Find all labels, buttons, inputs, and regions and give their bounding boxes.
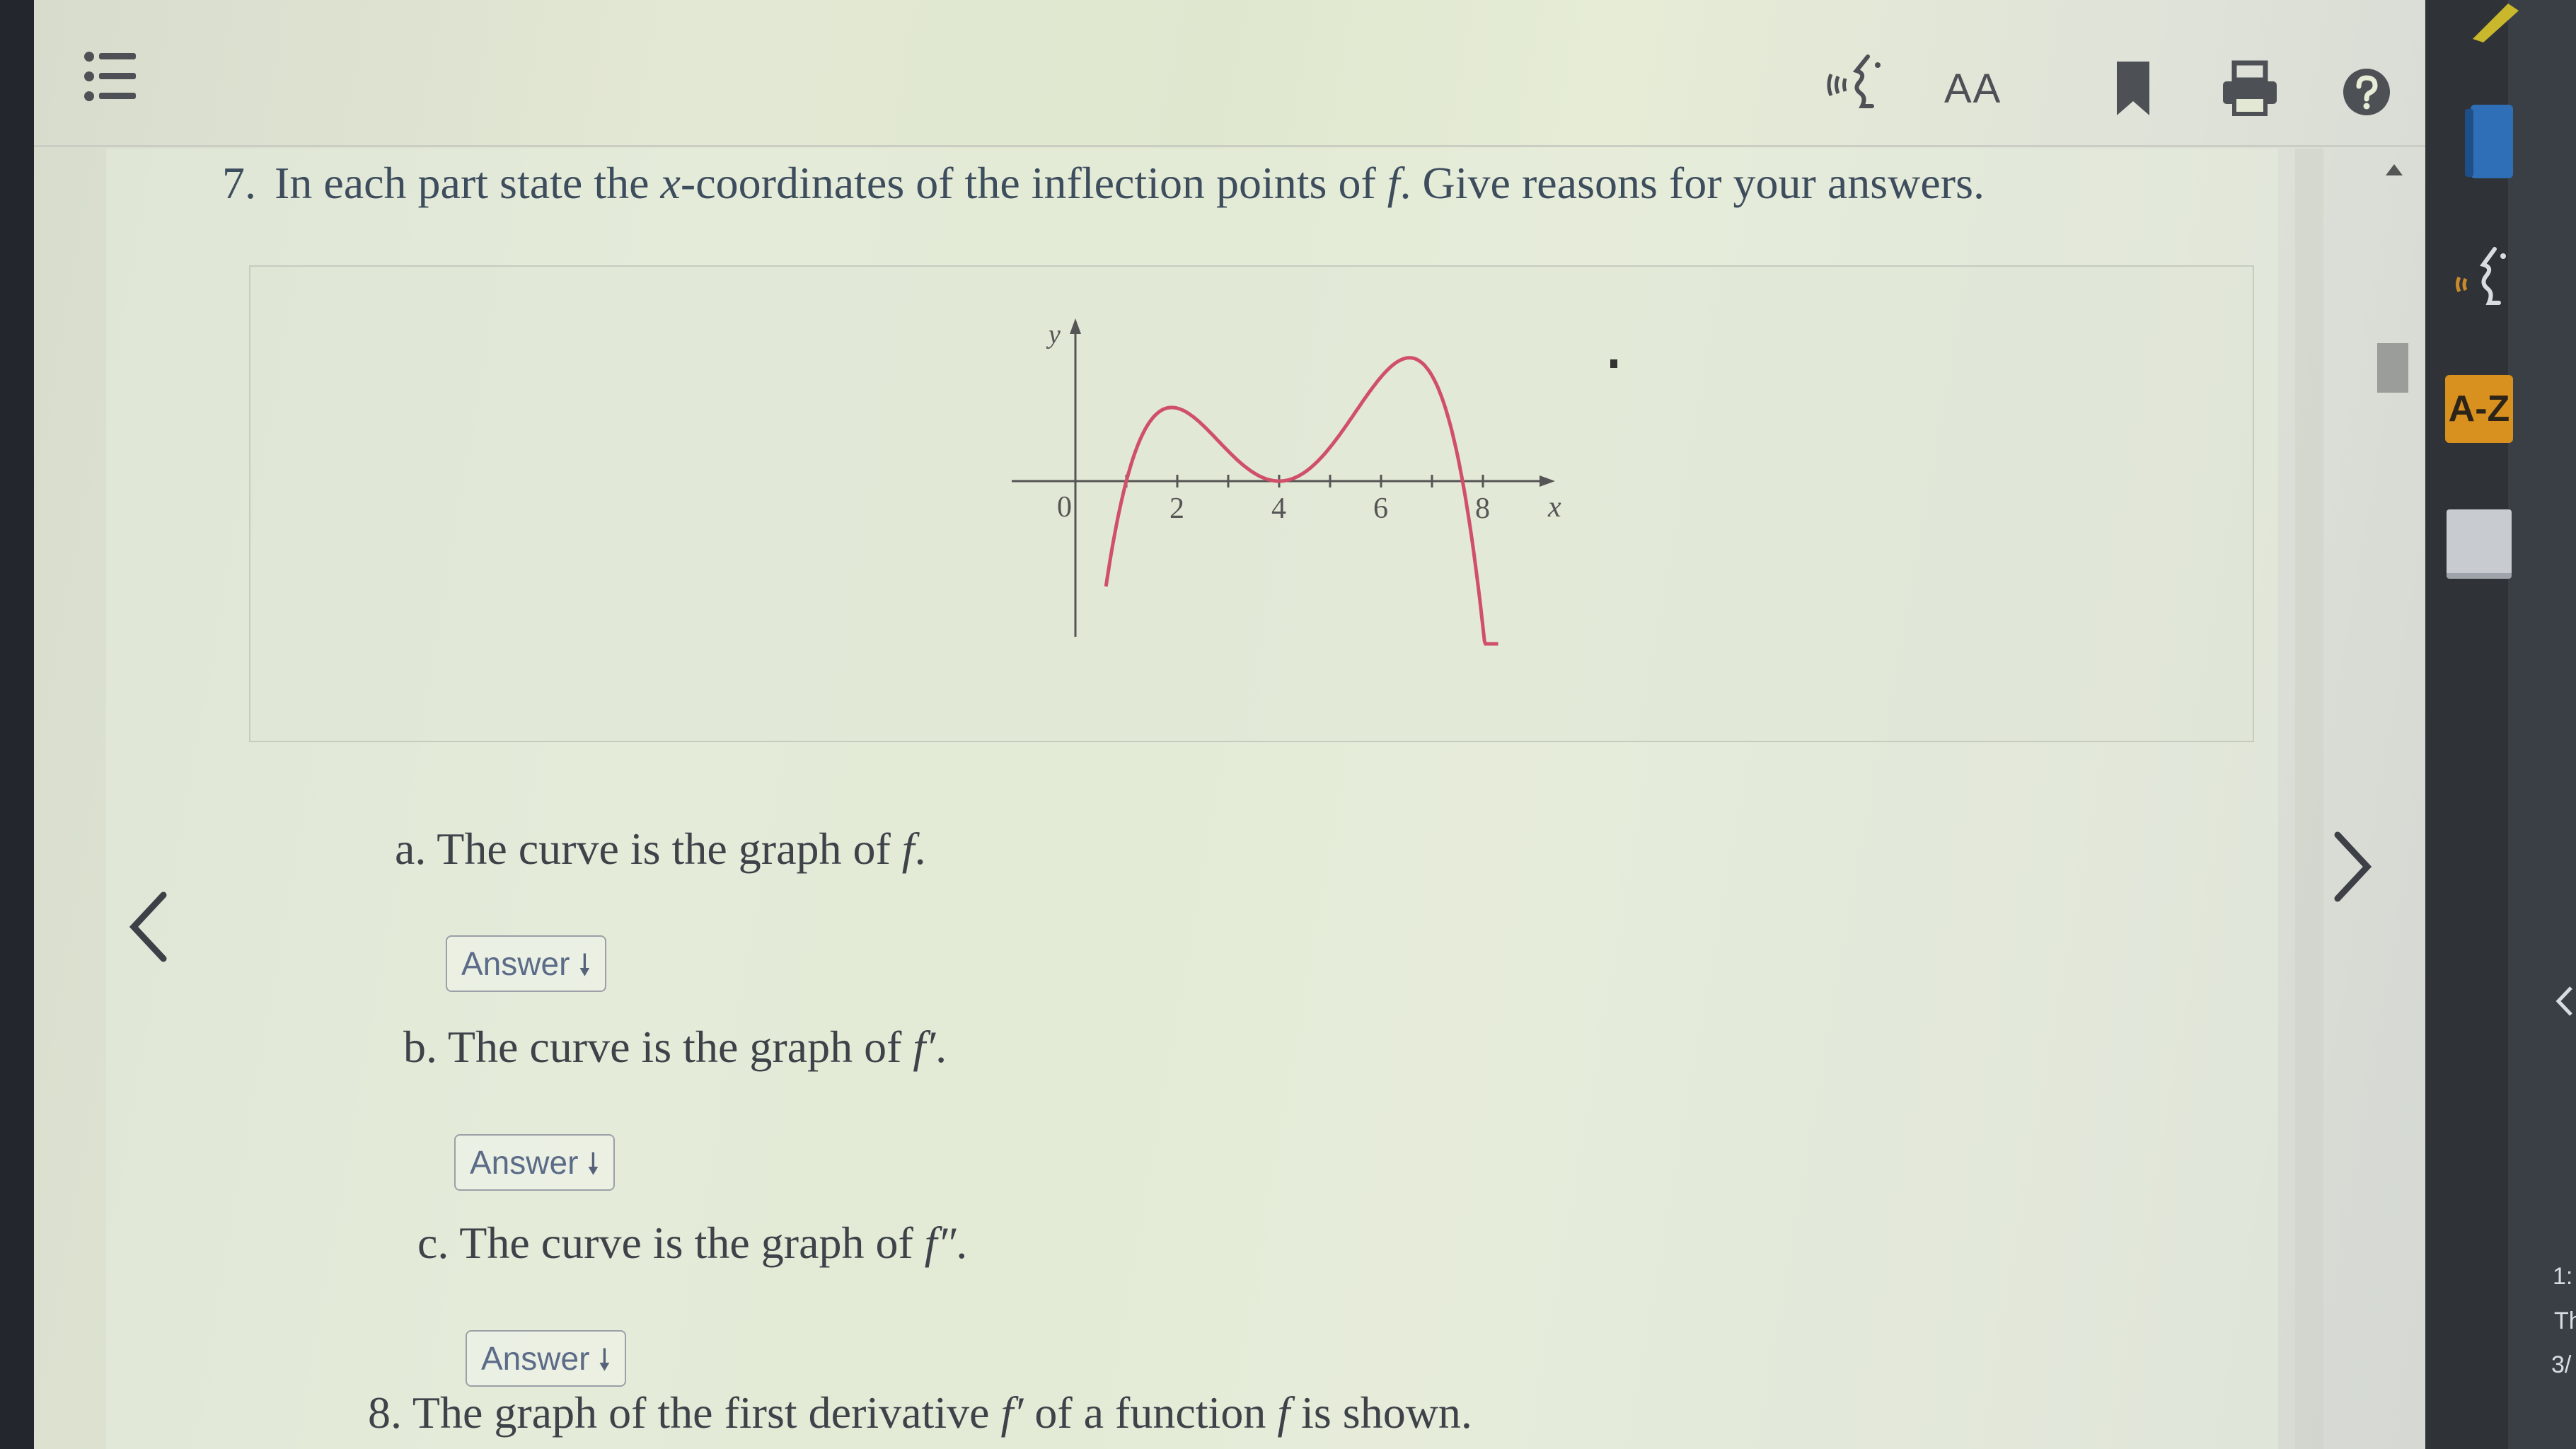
- chevron-right-icon[interactable]: [2328, 828, 2377, 906]
- chevron-left-icon[interactable]: [124, 888, 173, 966]
- scroll-up-arrow[interactable]: [2386, 164, 2403, 175]
- function-graph: y x 0 2 4 6 8: [1012, 318, 1561, 646]
- pencil-icon[interactable]: [2466, 0, 2522, 42]
- answer-b-button[interactable]: Answer 🠗: [454, 1134, 616, 1191]
- y-axis-label: y: [1046, 320, 1061, 350]
- screen: AA 7. In each part state the x-coordinat…: [0, 0, 2576, 1449]
- book-icon[interactable]: [2461, 99, 2517, 184]
- x-axis-label: x: [1547, 491, 1561, 524]
- stray-mark: [1610, 359, 1617, 368]
- origin-label: 0: [1057, 491, 1072, 524]
- x-axis-arrow: [1540, 475, 1555, 487]
- text-size-label: AA: [1944, 66, 2002, 112]
- x-tick-label: 4: [1271, 492, 1286, 525]
- x-tick-label: 2: [1169, 492, 1184, 525]
- answer-c-button[interactable]: Answer 🠗: [466, 1330, 627, 1387]
- sidebar-edge-text: 1:: [2553, 1263, 2573, 1290]
- arrow-down-icon: 🠗: [587, 1147, 600, 1180]
- question-number: 7.: [222, 158, 256, 208]
- arrow-down-icon: 🠗: [598, 1343, 611, 1376]
- notes-icon[interactable]: [2447, 509, 2512, 579]
- chevron-left-icon[interactable]: [2554, 983, 2575, 1019]
- text-to-speech-icon[interactable]: [1824, 50, 1888, 113]
- part-a-label: a. The curve is the graph of f.: [395, 824, 926, 874]
- text-size-button[interactable]: AA: [1944, 58, 2002, 112]
- sidebar-edge-text: 3/: [2551, 1351, 2572, 1378]
- scrollbar-thumb[interactable]: [2377, 343, 2408, 393]
- arrow-down-icon: 🠗: [578, 948, 591, 981]
- bookmark-icon[interactable]: [2114, 60, 2152, 117]
- list-icon[interactable]: [82, 48, 139, 105]
- x-tick-group: 2 4 6 8: [1125, 475, 1490, 525]
- left-scroll-track: [2295, 149, 2323, 1449]
- part-c-label: c. The curve is the graph of f″.: [417, 1218, 968, 1268]
- help-icon[interactable]: [2342, 67, 2391, 117]
- next-question-text: 8. The graph of the first derivative f′ …: [368, 1387, 1472, 1438]
- x-tick-label: 8: [1475, 492, 1490, 525]
- top-toolbar: AA: [34, 0, 2425, 147]
- print-icon[interactable]: [2220, 60, 2280, 117]
- glossary-button[interactable]: A-Z: [2445, 375, 2513, 443]
- y-axis-arrow: [1070, 318, 1081, 334]
- answer-a-button[interactable]: Answer 🠗: [446, 935, 607, 992]
- x-tick-label: 6: [1373, 492, 1388, 525]
- question-text: 7. In each part state the x-coordinates o…: [222, 158, 1985, 208]
- function-curve: [1104, 356, 1498, 646]
- sidebar-edge-text: Th: [2554, 1307, 2576, 1334]
- sidebar-edge: [2508, 0, 2576, 1449]
- part-b-label: b. The curve is the graph of f′.: [403, 1022, 947, 1072]
- text-to-speech-icon[interactable]: [2454, 241, 2510, 311]
